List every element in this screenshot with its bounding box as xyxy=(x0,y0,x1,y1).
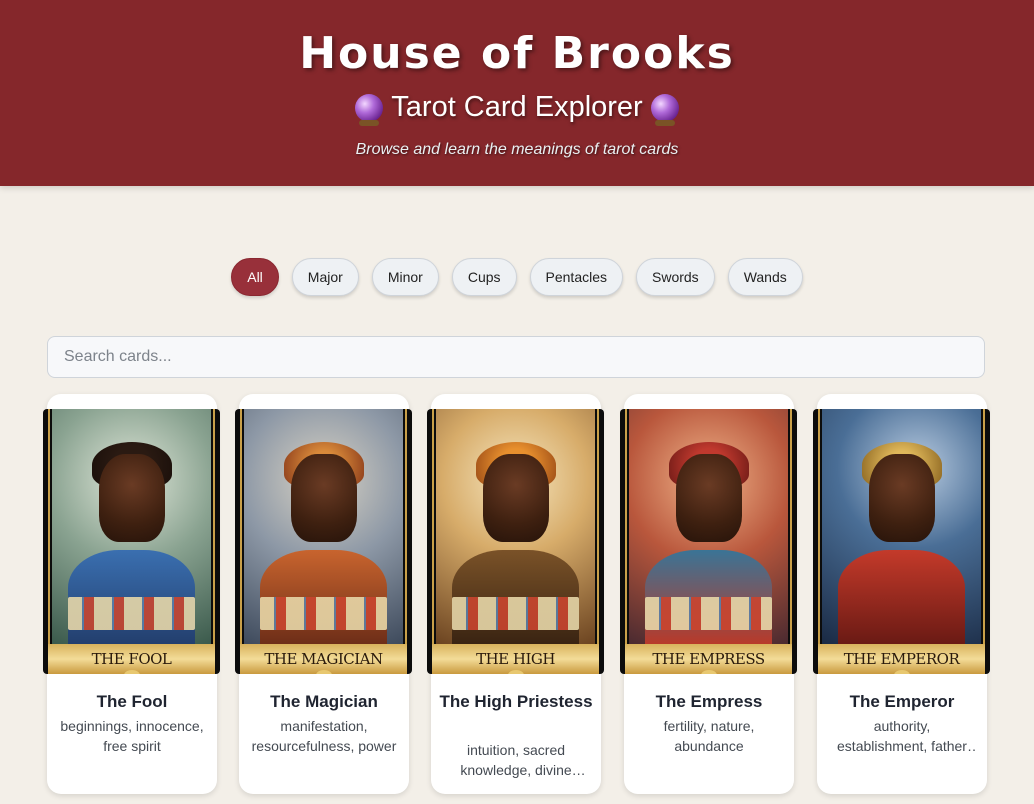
card-title: The Fool xyxy=(96,692,168,711)
tarot-card-the-empress[interactable]: THE EMPRESS The Empress fertility, natur… xyxy=(620,394,797,794)
filter-bar: All Major Minor Cups Pentacles Swords Wa… xyxy=(0,258,1034,296)
search-input[interactable] xyxy=(47,336,985,378)
crystal-ball-icon xyxy=(355,93,384,126)
tarot-card-the-high-priestess[interactable]: THE HIGH PRIESTESS The High Priestess in… xyxy=(427,394,604,794)
site-header: House of Brooks Tarot Card Explorer Brow… xyxy=(0,0,1034,186)
tagline: Browse and learn the meanings of tarot c… xyxy=(355,141,679,158)
card-keywords: manifestation, resourcefulness, power xyxy=(251,718,397,754)
card-title: The Emperor xyxy=(849,692,955,711)
tarot-card-the-magician[interactable]: THE MAGICIAN The Magician manifestation,… xyxy=(235,394,412,794)
filter-minor-button[interactable]: Minor xyxy=(371,258,439,296)
filter-pentacles-button[interactable]: Pentacles xyxy=(529,258,623,296)
card-keywords: intuition, sacred knowledge, divine femi… xyxy=(460,742,572,778)
card-image: THE EMPRESS xyxy=(620,409,797,674)
tarot-card-the-fool[interactable]: THE FOOL The Fool beginnings, innocence,… xyxy=(43,394,220,794)
card-image: THE EMPEROR xyxy=(813,409,990,674)
filter-swords-button[interactable]: Swords xyxy=(636,258,715,296)
page-subtitle: Tarot Card Explorer xyxy=(0,91,1034,126)
card-grid: THE FOOL The Fool beginnings, innocence,… xyxy=(0,394,1034,804)
site-title: House of Brooks xyxy=(299,28,735,79)
card-title: The High Priestess xyxy=(439,692,593,711)
filter-wands-button[interactable]: Wands xyxy=(727,258,803,296)
card-image: THE HIGH PRIESTESS xyxy=(427,409,604,674)
crystal-ball-icon xyxy=(650,93,679,126)
card-image: THE FOOL xyxy=(43,409,220,674)
card-image: THE MAGICIAN xyxy=(235,409,412,674)
filter-all-button[interactable]: All xyxy=(231,258,279,296)
card-keywords: fertility, nature, abundance xyxy=(663,718,755,754)
card-keywords: beginnings, innocence, free spirit xyxy=(60,718,204,754)
filter-major-button[interactable]: Major xyxy=(291,258,359,296)
tarot-card-the-emperor[interactable]: THE EMPEROR The Emperor authority, estab… xyxy=(813,394,990,794)
card-keywords: authority, establishment, father figure xyxy=(837,718,967,754)
subtitle-text: Tarot Card Explorer xyxy=(391,91,643,123)
filter-cups-button[interactable]: Cups xyxy=(451,258,517,296)
card-title: The Empress xyxy=(655,692,763,711)
card-title: The Magician xyxy=(270,692,378,711)
